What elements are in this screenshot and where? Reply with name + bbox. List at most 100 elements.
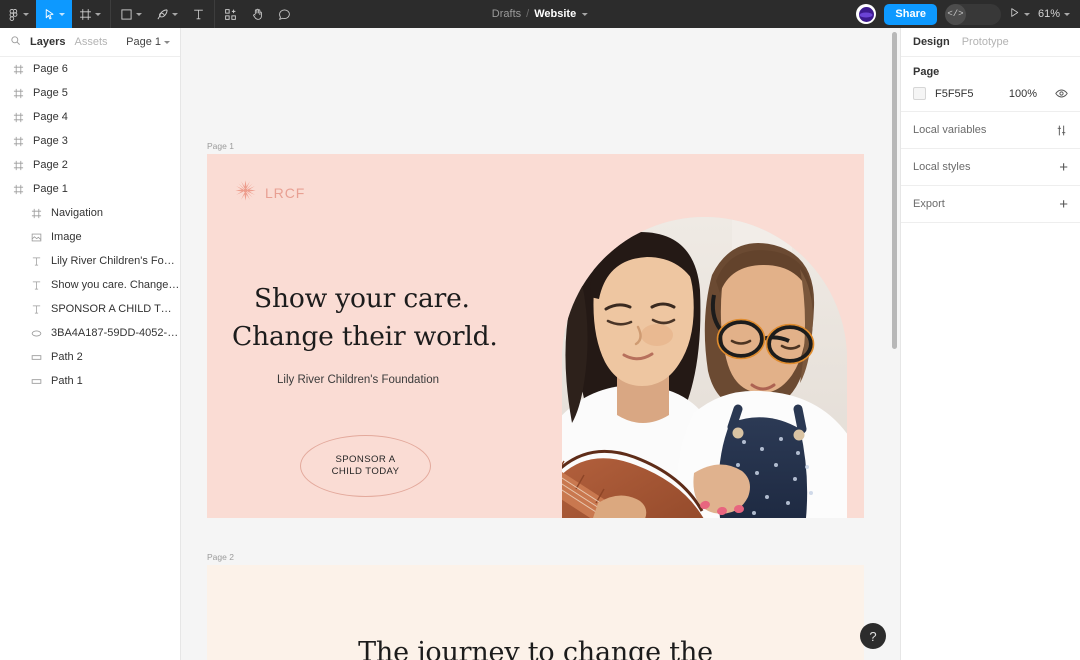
frame-icon (12, 87, 24, 99)
plus-icon[interactable]: + (1059, 160, 1068, 175)
sponsor-cta-button[interactable]: SPONSOR A CHILD TODAY (300, 435, 431, 497)
color-swatch[interactable] (913, 87, 926, 100)
eye-icon[interactable] (1055, 87, 1068, 100)
layer-label: Path 1 (51, 375, 83, 387)
text-icon (30, 303, 42, 315)
zoom-level-label: 61% (1037, 8, 1060, 20)
list-item[interactable]: Page 2 (0, 153, 180, 177)
design-canvas[interactable]: Page 1 LRCF Show your care. Change their… (181, 28, 900, 660)
list-item-label: Page 6 (33, 63, 68, 75)
list-item[interactable]: Page 6 (0, 57, 180, 81)
present-button[interactable] (1009, 5, 1030, 23)
frame-label[interactable]: Page 2 (207, 552, 234, 562)
help-button[interactable]: ? (860, 623, 886, 649)
layer-label: Image (51, 231, 82, 243)
list-item[interactable]: Page 1 (0, 177, 180, 201)
avatar[interactable] (856, 4, 877, 24)
tab-design[interactable]: Design (913, 36, 950, 48)
fill-opacity-value[interactable]: 100% (1009, 88, 1037, 100)
share-button[interactable]: Share (884, 3, 937, 25)
breadcrumb-drafts[interactable]: Drafts (492, 8, 521, 20)
text-icon (30, 279, 42, 291)
chevron-down-icon (164, 40, 170, 44)
canvas-vertical-scrollbar[interactable] (892, 32, 897, 349)
ellipse-icon (30, 327, 42, 339)
fill-hex-value[interactable]: F5F5F5 (935, 88, 974, 100)
layer-row[interactable]: 3BA4A187-59DD-4052-8E9C... (0, 321, 180, 345)
cursor-icon (43, 8, 56, 21)
chevron-down-icon[interactable] (1023, 12, 1030, 16)
figma-menu-button[interactable] (0, 0, 36, 28)
layer-row[interactable]: Show you care. Change their ... (0, 273, 180, 297)
breadcrumb-separator: / (526, 8, 530, 20)
left-sidebar: Layers Assets Page 1 Page 6 Page 5 Page … (0, 28, 181, 660)
figma-logo-icon (7, 8, 20, 21)
pen-tool-button[interactable] (149, 0, 185, 28)
local-styles-row[interactable]: Local styles + (901, 149, 1080, 186)
hero-photo[interactable] (562, 217, 847, 518)
avatar-image (858, 6, 874, 22)
cta-line-1: SPONSOR A (335, 453, 396, 465)
pages-list: Page 6 Page 5 Page 4 Page 3 Page 2 Page … (0, 57, 180, 201)
right-sidebar: Design Prototype Page F5F5F5 100% Local … (900, 28, 1080, 660)
hero-heading-line-1: Show your care. (254, 283, 470, 314)
comment-tool-button[interactable] (271, 0, 298, 28)
frame-icon (30, 207, 42, 219)
layer-label: Show you care. Change their ... (51, 279, 180, 291)
frame-icon (12, 111, 24, 123)
layer-row[interactable]: Path 2 (0, 345, 180, 369)
page-selector[interactable]: Page 1 (126, 36, 170, 48)
text-icon (192, 8, 205, 21)
chevron-down-icon (136, 12, 142, 16)
chevron-down-icon[interactable] (582, 12, 589, 16)
search-icon[interactable] (10, 35, 21, 49)
layer-row[interactable]: Path 1 (0, 369, 180, 393)
layer-label: Path 2 (51, 351, 83, 363)
artboard-page-1[interactable]: LRCF Show your care. Change their world.… (207, 154, 864, 518)
list-item[interactable]: Page 4 (0, 105, 180, 129)
shape-tool-button[interactable] (113, 0, 149, 28)
cta-line-2: CHILD TODAY (331, 466, 400, 477)
plus-icon[interactable]: + (1059, 197, 1068, 212)
text-tool-button[interactable] (185, 0, 212, 28)
dev-mode-toggle[interactable]: </> (944, 3, 1001, 25)
layer-label: Navigation (51, 207, 103, 219)
brand-logo: LRCF (235, 180, 305, 206)
chevron-down-icon (172, 12, 178, 16)
frame-label[interactable]: Page 1 (207, 141, 234, 151)
page-section: Page F5F5F5 100% (901, 57, 1080, 112)
hero-heading-line-2: Change their world. (232, 320, 498, 352)
local-variables-label: Local variables (913, 124, 987, 136)
move-tool-button[interactable] (36, 0, 72, 28)
list-item[interactable]: Page 5 (0, 81, 180, 105)
layer-row[interactable]: SPONSOR A CHILD TODAY (0, 297, 180, 321)
frame-tool-button[interactable] (72, 0, 108, 28)
breadcrumb-file-name[interactable]: Website (534, 8, 576, 20)
page-fill-row: F5F5F5 100% (913, 87, 1068, 100)
chevron-down-icon (95, 12, 101, 16)
variables-icon[interactable] (1055, 124, 1068, 137)
artboard-page-2[interactable]: The journey to change the (207, 565, 864, 660)
tab-assets[interactable]: Assets (74, 36, 107, 48)
components-tool-button[interactable] (217, 0, 244, 28)
list-item[interactable]: Page 3 (0, 129, 180, 153)
layers-tree: Navigation Image Lily River Children's F… (0, 201, 180, 393)
toolbar-actions: Share </> 61% (856, 0, 1072, 28)
tab-layers[interactable]: Layers (30, 36, 65, 48)
tab-prototype[interactable]: Prototype (962, 36, 1009, 48)
layer-row[interactable]: Image (0, 225, 180, 249)
list-item-label: Page 1 (33, 183, 68, 195)
frame-icon (12, 183, 24, 195)
layer-row[interactable]: Lily River Children's Foundation (0, 249, 180, 273)
chevron-down-icon[interactable] (1064, 12, 1070, 16)
chevron-down-icon (59, 12, 65, 16)
hand-tool-button[interactable] (244, 0, 271, 28)
rectangle-icon (120, 8, 133, 21)
image-icon (30, 231, 42, 243)
local-variables-row[interactable]: Local variables (901, 112, 1080, 149)
frame-icon (12, 135, 24, 147)
layer-row[interactable]: Navigation (0, 201, 180, 225)
chevron-down-icon (23, 12, 29, 16)
zoom-control[interactable]: 61% (1038, 8, 1070, 20)
export-row[interactable]: Export + (901, 186, 1080, 223)
